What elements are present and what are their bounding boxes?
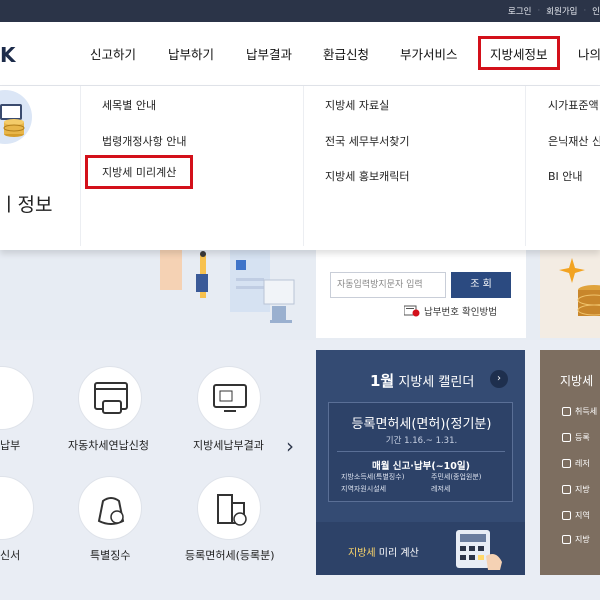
- nav-payment-result[interactable]: 납부결과: [246, 22, 292, 84]
- mega-category-title: ㅣ정보: [0, 194, 53, 216]
- calendar-event-name: 등록면허세(면허)(정기분): [351, 417, 492, 432]
- login-link[interactable]: 로그인: [508, 5, 531, 17]
- payment-help-label: 납부번호 확인방법: [424, 307, 497, 318]
- calendar-event-period: 기간 1.16.~ 1.31.: [385, 436, 458, 446]
- local-item[interactable]: 지방: [562, 484, 590, 495]
- divider: ·: [537, 6, 541, 16]
- precalc-rest: 미리 계산: [378, 548, 419, 559]
- local-item-label: 레저: [575, 459, 590, 468]
- local-tax-panel: 지방세 취득세 등록 레저 지방 지역 지방: [540, 350, 600, 575]
- service-label[interactable]: 등록면허세(등록분): [185, 547, 275, 563]
- money-bag-icon[interactable]: [78, 476, 142, 540]
- payment-number-search: 자동입력방지문자 입력 조 회 납부번호 확인방법: [316, 250, 526, 338]
- column-divider: [303, 86, 304, 246]
- menu-local-tax-library[interactable]: 지방세 자료실: [325, 97, 389, 113]
- monthly-tax-item: 지역자원시설세: [341, 485, 387, 493]
- local-item-label: 등록: [575, 433, 590, 442]
- doc-icon: [562, 485, 571, 494]
- precalc-banner[interactable]: 지방세 미리 계산: [316, 522, 525, 575]
- menu-law-revision[interactable]: 법령개정사항 안내: [102, 133, 186, 149]
- local-item-label: 지역: [575, 511, 590, 520]
- topbar-link-partial[interactable]: 인: [592, 5, 600, 17]
- nav-payment[interactable]: 납부하기: [168, 22, 214, 84]
- precalc-label: 지방세 미리 계산: [348, 544, 419, 559]
- nav-extra-services[interactable]: 부가서비스: [400, 22, 458, 84]
- local-item-label: 지방: [575, 485, 590, 494]
- local-item[interactable]: 레저: [562, 458, 590, 469]
- menu-tax-office-finder[interactable]: 전국 세무부서찾기: [325, 133, 409, 149]
- payment-result-icon[interactable]: [197, 366, 261, 430]
- menu-local-tax-precalc[interactable]: 지방세 미리계산: [85, 155, 194, 189]
- menu-mascot[interactable]: 지방세 홍보캐릭터: [325, 168, 409, 184]
- calendar-event-box: 등록면허세(면허)(정기분) 기간 1.16.~ 1.31. 매월 신고·납부(…: [328, 402, 513, 502]
- payment-number-help-link[interactable]: 납부번호 확인방법: [404, 304, 497, 318]
- local-panel-title: 지방세: [560, 374, 594, 388]
- local-item-label: 지방: [575, 535, 590, 544]
- column-divider: [525, 86, 526, 246]
- calendar-title: 1월 지방세 캘린더: [370, 370, 474, 391]
- monthly-tax-item: 레저세: [431, 485, 451, 493]
- service-label[interactable]: 신서: [0, 547, 20, 563]
- site-logo[interactable]: K: [0, 43, 16, 67]
- calendar-title-text: 지방세 캘린더: [398, 375, 475, 390]
- nav-my[interactable]: 나의: [578, 22, 600, 84]
- nav-report[interactable]: 신고하기: [90, 22, 136, 84]
- chevron-right-icon[interactable]: ›: [286, 434, 294, 458]
- monthly-tax-item: 주민세(종업원분): [431, 473, 482, 481]
- service-label[interactable]: 특별징수: [90, 547, 130, 563]
- local-item[interactable]: 지방: [562, 534, 590, 545]
- nav-refund[interactable]: 환급신청: [323, 22, 369, 84]
- mega-menu-dropdown: ㅣ정보 세목별 안내 법령개정사항 안내 지방세 미리계산 지방세 자료실 전국…: [0, 86, 600, 250]
- house-icon: [562, 407, 571, 416]
- plus-box-icon: [562, 433, 571, 442]
- coins-illustration: [540, 250, 600, 338]
- car-tax-icon[interactable]: [78, 366, 142, 430]
- signup-link[interactable]: 회원가입: [546, 5, 577, 17]
- topbar-links: 로그인 · 회원가입 · 인: [508, 0, 600, 22]
- graduation-cap-icon: [562, 535, 571, 544]
- monthly-filing-box: 매월 신고·납부(~10일) 지방소득세(특별징수) 주민세(종업원분) 지역자…: [337, 451, 505, 497]
- hero-illustration: [160, 250, 310, 338]
- receipt-icon: [404, 305, 420, 317]
- menu-bi-guide[interactable]: BI 안내: [548, 168, 583, 184]
- service-icon-partial[interactable]: [0, 366, 34, 430]
- service-icon-partial[interactable]: [0, 476, 34, 540]
- recycle-icon: [562, 511, 571, 520]
- local-item[interactable]: 지역: [562, 510, 590, 521]
- chevron-right-icon[interactable]: ›: [490, 370, 508, 388]
- menu-standard-price[interactable]: 시가표준액: [548, 97, 599, 113]
- service-label[interactable]: 지방세납부결과: [193, 437, 264, 453]
- menu-tax-items-guide[interactable]: 세목별 안내: [102, 97, 156, 113]
- captcha-input[interactable]: 자동입력방지문자 입력: [330, 272, 446, 298]
- calculator-icon: [456, 530, 502, 570]
- top-utility-bar: 로그인 · 회원가입 · 인: [0, 0, 600, 22]
- column-divider: [80, 86, 81, 246]
- bike-icon: [562, 459, 571, 468]
- local-item[interactable]: 등록: [562, 432, 590, 443]
- global-nav: K 신고하기 납부하기 납부결과 환급신청 부가서비스 지방세정보 나의: [0, 22, 600, 86]
- nav-local-tax-info[interactable]: 지방세정보: [478, 36, 560, 70]
- local-item-label: 취득세: [575, 407, 598, 416]
- service-label[interactable]: 자동차세연납신청: [68, 437, 149, 453]
- precalc-highlight: 지방세: [348, 548, 376, 559]
- lookup-button[interactable]: 조 회: [451, 272, 511, 298]
- local-item[interactable]: 취득세: [562, 406, 597, 417]
- divider: ·: [583, 6, 587, 16]
- monthly-filing-title: 매월 신고·납부(~10일): [372, 461, 470, 472]
- calendar-month: 1월: [370, 372, 395, 390]
- local-tax-calendar: 1월 지방세 캘린더 › 등록면허세(면허)(정기분) 기간 1.16.~ 1.…: [316, 350, 525, 575]
- building-icon[interactable]: [197, 476, 261, 540]
- coin-stack-icon: [0, 90, 32, 144]
- service-label[interactable]: 납부: [0, 437, 20, 453]
- monthly-tax-item: 지방소득세(특별징수): [341, 473, 405, 481]
- menu-hidden-assets[interactable]: 은닉재산 신: [548, 133, 600, 149]
